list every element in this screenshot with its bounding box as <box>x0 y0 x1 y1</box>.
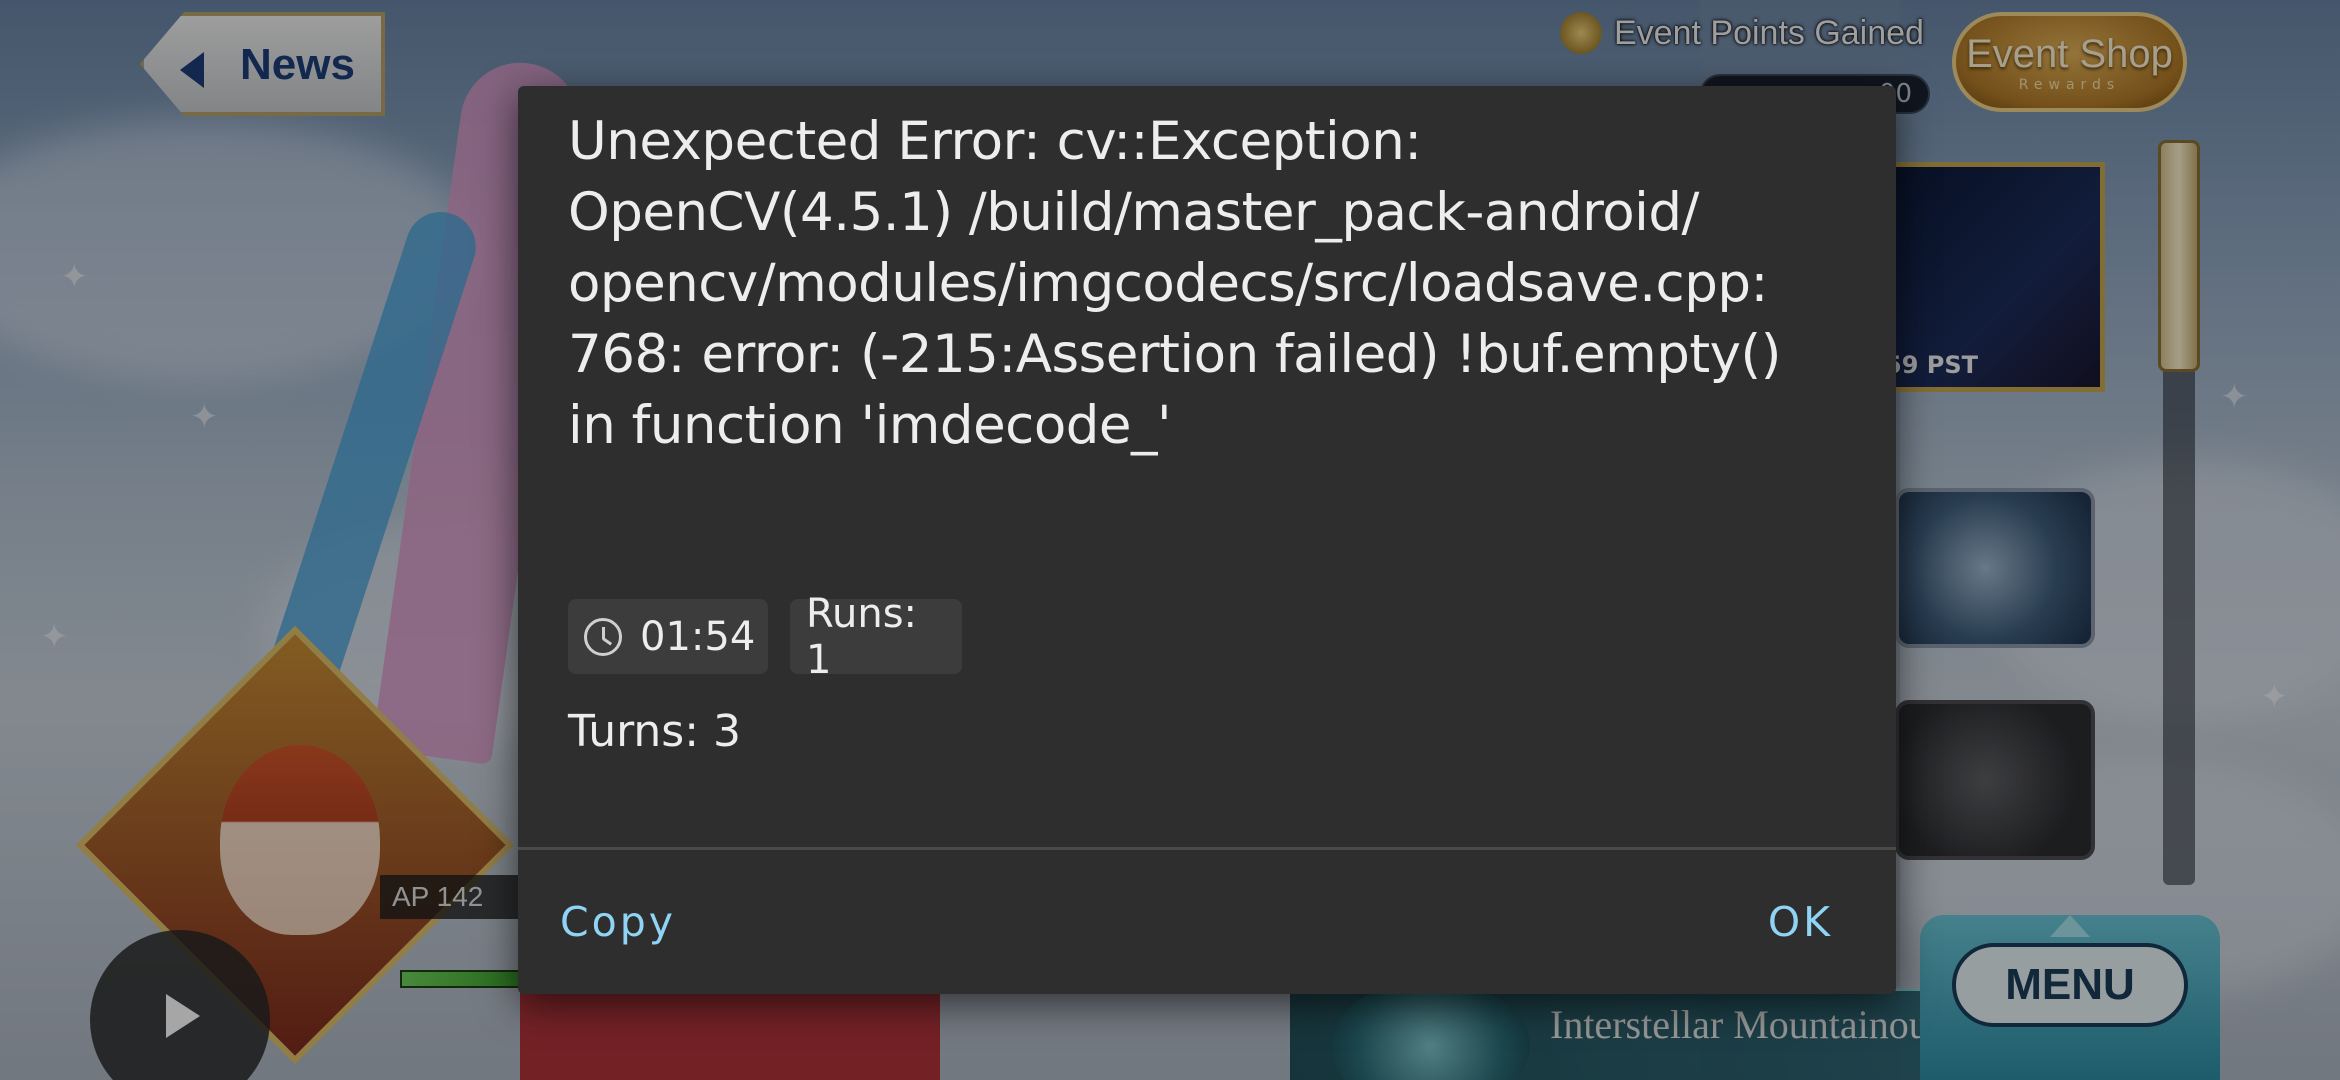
elapsed-time-chip: 01:54 <box>568 599 768 674</box>
ok-button[interactable]: OK <box>1768 898 1833 946</box>
turns-count: Turns: 3 <box>568 706 742 757</box>
copy-button[interactable]: Copy <box>560 898 676 946</box>
elapsed-time: 01:54 <box>640 613 756 660</box>
clock-icon <box>584 617 622 656</box>
runs-chip: Runs: 1 <box>790 591 962 683</box>
dialog-divider <box>518 847 1896 850</box>
error-message: Unexpected Error: cv::Exception: OpenCV(… <box>568 111 1781 456</box>
error-dialog: Unexpected Error: cv::Exception: OpenCV(… <box>518 86 1896 994</box>
runs-count: Runs: 1 <box>806 590 918 683</box>
game-screen: ✦ ✦ ✦ ✦ ✦ News Event Points Gained 00 Ev… <box>0 0 2340 1080</box>
